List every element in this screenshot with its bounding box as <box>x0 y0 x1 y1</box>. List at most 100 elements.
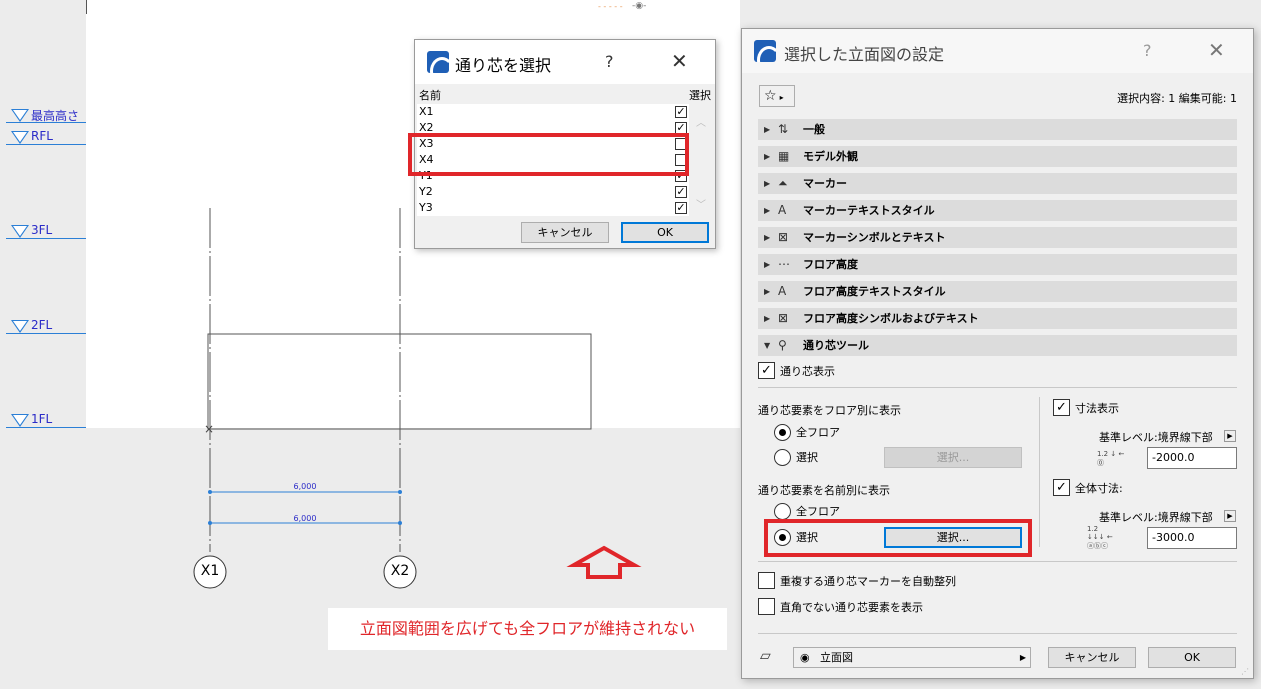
expand-arrow-icon: ▶ <box>764 233 771 242</box>
grid-bubble-label: X1 <box>200 563 220 579</box>
auto-arrange-label: 重複する通り芯マーカーを自動整列 <box>780 575 956 588</box>
ok-button[interactable]: OK <box>621 222 709 243</box>
row-checkbox[interactable] <box>675 202 687 214</box>
close-icon[interactable]: ✕ <box>1208 38 1225 62</box>
show-grid-label: 通り芯表示 <box>780 365 835 378</box>
divider <box>758 387 1237 388</box>
expand-arrow-icon: ▶ <box>764 152 771 161</box>
cancel-button[interactable]: キャンセル <box>1048 647 1136 668</box>
star-icon: ☆ <box>764 88 777 104</box>
auto-arrange-checkbox[interactable] <box>758 572 775 589</box>
origin-cross: × <box>204 422 214 436</box>
by-name-label: 通り芯要素を名前別に表示 <box>758 484 890 497</box>
floor-all-radio[interactable] <box>774 424 791 441</box>
floor-select-button[interactable]: 選択... <box>884 447 1022 468</box>
grid-select-dialog: 通り芯を選択 ? ✕ 名前 選択 X1 X2 X3 X4 Y1 Y2 Y3 ︿ … <box>408 39 716 249</box>
view-select[interactable]: ◉ 立面図 ▶ <box>793 647 1031 668</box>
collapse-arrow-icon: ▼ <box>764 341 771 350</box>
archicad-app-icon <box>754 40 776 62</box>
section-general[interactable]: ▶ ⇅ 一般 <box>758 119 1237 140</box>
section-story-symbol[interactable]: ▶ ⊠ フロア高度シンボルおよびテキスト <box>758 308 1237 329</box>
name-all-radio[interactable] <box>774 503 791 520</box>
chevron-right-icon[interactable]: ▶ <box>1224 430 1236 442</box>
dialog-titlebar[interactable]: 選択した立面図の設定 ? ✕ <box>742 29 1253 73</box>
non-orthogonal-checkbox[interactable] <box>758 598 775 615</box>
general-icon: ⇅ <box>778 122 789 136</box>
dialog-title: 選択した立面図の設定 <box>784 45 945 64</box>
divider <box>1039 397 1040 547</box>
chevron-right-icon[interactable]: ▶ <box>1224 510 1236 522</box>
section-marker-symbol[interactable]: ▶ ⊠ マーカーシンボルとテキスト <box>758 227 1237 248</box>
expand-arrow-icon: ▶ <box>764 314 771 323</box>
resize-grip-icon[interactable]: ⋰ <box>1241 667 1249 676</box>
non-orthogonal-label: 直角でない通り芯要素を表示 <box>780 601 923 614</box>
row-checkbox[interactable] <box>675 106 687 118</box>
model-display-icon: ▦ <box>778 149 790 163</box>
marker-symbol-icon: ⊠ <box>778 230 789 244</box>
row-checkbox[interactable] <box>675 186 687 198</box>
expand-arrow-icon: ▶ <box>764 125 771 134</box>
dimension-label: 6,000 <box>293 514 317 523</box>
scroll-down-icon[interactable]: ﹀ <box>691 196 711 211</box>
dimension-offset-input-2[interactable]: -3000.0 <box>1147 527 1237 549</box>
divider <box>758 633 1237 634</box>
close-icon[interactable]: ✕ <box>671 49 688 73</box>
show-dimension-checkbox[interactable] <box>1053 399 1070 416</box>
column-select-header: 選択 <box>689 89 711 102</box>
list-item[interactable]: Y3 <box>417 200 689 216</box>
floor-select-radio[interactable] <box>774 449 791 466</box>
elevation-settings-dialog: 選択した立面図の設定 ? ✕ ☆ ▸ 選択内容: 1 編集可能: 1 ▶ ⇅ 一般 ▶… <box>741 28 1254 679</box>
marker-text-icon: A <box>778 203 787 217</box>
floor-all-label: 全フロア <box>796 426 840 439</box>
section-story-text[interactable]: ▶ A フロア高度テキストスタイル <box>758 281 1237 302</box>
expand-arrow-icon: ▶ <box>764 287 771 296</box>
favorites-button[interactable]: ☆ ▸ <box>759 85 795 107</box>
expand-arrow-icon: ▶ <box>764 179 771 188</box>
story-levels-icon: ⋯ <box>778 257 790 271</box>
divider <box>758 561 1237 562</box>
dimension-offset-input-1[interactable]: -2000.0 <box>1147 447 1237 469</box>
layer-icon: ▱ <box>760 648 771 664</box>
list-scrollbar[interactable]: ︿ ﹀ <box>691 104 711 216</box>
chevron-right-icon: ▶ <box>1019 653 1026 662</box>
show-grid-checkbox[interactable] <box>758 362 775 379</box>
dialog-title: 通り芯を選択 <box>455 56 552 75</box>
grid-bubble-label: X2 <box>390 563 410 579</box>
cancel-button[interactable]: キャンセル <box>521 222 609 243</box>
name-all-label: 全フロア <box>796 505 840 518</box>
archicad-app-icon <box>427 51 449 73</box>
section-grid-tool[interactable]: ▼ ⚲ 通り芯ツール <box>758 335 1237 356</box>
section-story-levels[interactable]: ▶ ⋯ フロア高度 <box>758 254 1237 275</box>
story-symbol-icon: ⊠ <box>778 311 789 325</box>
highlight-box <box>408 133 689 176</box>
overall-dimension-checkbox[interactable] <box>1053 479 1070 496</box>
expand-arrow-icon: ▶ <box>764 206 771 215</box>
story-text-icon: A <box>778 284 787 298</box>
dialog-titlebar[interactable]: 通り芯を選択 ? ✕ <box>415 40 715 84</box>
eye-icon: ◉ <box>800 651 810 664</box>
section-model-display[interactable]: ▶ ▦ モデル外観 <box>758 146 1237 167</box>
list-item[interactable]: X1 <box>417 104 689 120</box>
scroll-up-icon[interactable]: ︿ <box>691 114 711 129</box>
by-floor-label: 通り芯要素をフロア別に表示 <box>758 404 901 417</box>
reference-level-label: 基準レベル:境界線下部 <box>1099 511 1213 524</box>
section-marker[interactable]: ▶ ⏶ マーカー <box>758 173 1237 194</box>
dimension-preview-icon: 1.2 ↓ ← ⓪ <box>1097 450 1125 467</box>
help-button[interactable]: ? <box>1143 41 1152 60</box>
list-item[interactable]: Y2 <box>417 184 689 200</box>
grid-tool-icon: ⚲ <box>778 338 787 352</box>
reference-level-label: 基準レベル:境界線下部 <box>1099 431 1213 444</box>
up-arrow-icon <box>566 545 642 579</box>
overall-dimension-label: 全体寸法: <box>1075 482 1123 495</box>
dimension-label: 6,000 <box>293 482 317 491</box>
marker-icon: ⏶ <box>778 176 788 190</box>
help-button[interactable]: ? <box>605 52 614 71</box>
annotation-note: 立面図範囲を広げても全フロアが維持されない <box>328 608 727 650</box>
highlight-box <box>764 519 1032 557</box>
expand-arrow-icon: ▶ <box>764 260 771 269</box>
ok-button[interactable]: OK <box>1148 647 1236 668</box>
overall-dimension-preview-icon: 1.2 ↓↓↓ ← ⓐⓑⓒ <box>1087 525 1113 550</box>
list-header: 名前 選択 <box>419 87 711 102</box>
floor-select-label: 選択 <box>796 451 818 464</box>
section-marker-text[interactable]: ▶ A マーカーテキストスタイル <box>758 200 1237 221</box>
